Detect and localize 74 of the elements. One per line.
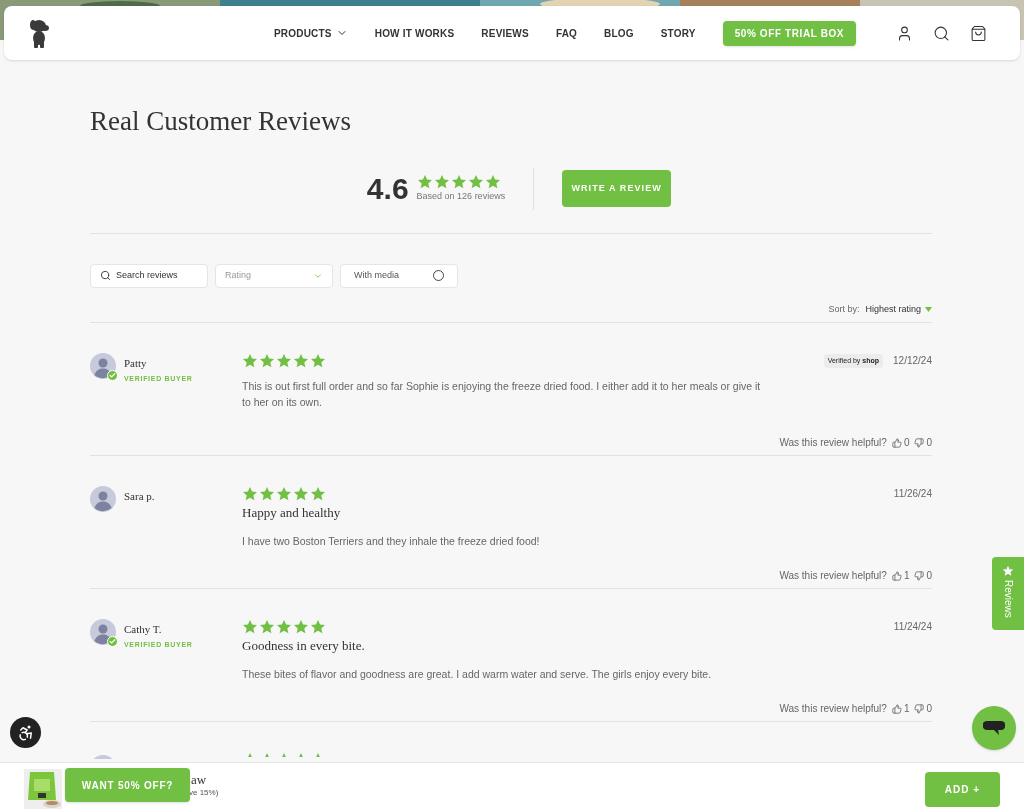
nav-link[interactable]: BLOG	[604, 25, 634, 41]
review-text: These bites of flavor and goodness are great. I add warm water and serve. The girls enjoy every bite.	[242, 666, 713, 682]
star-icon	[242, 486, 258, 503]
chat-button[interactable]	[972, 706, 1016, 750]
thumbs-up-button[interactable]: 0	[891, 435, 910, 451]
star-icon	[310, 353, 326, 370]
thumbs-down-button[interactable]: 0	[914, 701, 932, 717]
dog-logo[interactable]	[28, 18, 50, 48]
page-title: Real Customer Reviews	[90, 105, 352, 138]
account-icon[interactable]	[896, 24, 913, 42]
helpful-question: Was this review helpful?	[779, 436, 887, 451]
review-title: Goodness in every bite.	[242, 637, 366, 656]
chat-bubble-icon	[983, 721, 1005, 735]
star-icon	[242, 619, 258, 636]
helpful-question: Was this review helpful?	[779, 569, 887, 584]
caret-icon	[925, 307, 932, 312]
nav-link[interactable]: FAQ	[555, 25, 578, 41]
star-icon	[276, 619, 292, 636]
search-icon[interactable]	[933, 24, 950, 42]
sort-dropdown[interactable]: Highest rating	[865, 302, 932, 317]
thumbs-down-button[interactable]: 0	[914, 568, 932, 584]
sort-label: Sort by:	[828, 302, 860, 316]
avatar-icon	[90, 619, 116, 646]
star-icon	[433, 174, 450, 190]
thumbs-up-button[interactable]: 1	[891, 568, 910, 584]
with-media-toggle[interactable]: With media	[340, 263, 458, 288]
review-date: 12/12/24	[893, 354, 932, 369]
star-icon	[276, 486, 292, 503]
radio-button[interactable]	[433, 270, 444, 282]
rating-placeholder: Rating	[225, 269, 251, 282]
reviewer-name: Cathy T.	[124, 622, 163, 638]
rating-dropdown[interactable]: Rating	[215, 263, 333, 288]
search-field[interactable]: Search reviews	[90, 263, 208, 288]
star-icon	[242, 353, 258, 370]
review-text: This is out first full order and so far Sophie is enjoying the freeze dried food. I either add it to her meals or give it to her on its own.	[242, 379, 762, 411]
star-icon	[450, 174, 467, 190]
star-icon	[259, 353, 275, 370]
star-icon	[484, 174, 501, 190]
avatar-icon	[90, 353, 116, 380]
review-date: 11/26/24	[893, 487, 932, 502]
helpful-question: Was this review helpful?	[779, 702, 887, 717]
average-rating: 4.6	[366, 171, 409, 208]
thumbs-down-button[interactable]: 0	[914, 435, 932, 451]
star-icon	[467, 174, 484, 190]
review-title: Happy and healthy	[242, 504, 342, 523]
star-icon	[293, 486, 309, 503]
review-count: Based on 126 reviews	[416, 190, 506, 203]
review-date: 11/24/24	[893, 620, 932, 635]
star-icon	[416, 174, 433, 190]
bag-icon[interactable]	[970, 24, 987, 42]
nav-link[interactable]: PRODUCTS	[274, 25, 348, 41]
star-icon	[259, 486, 275, 503]
star-icon	[293, 619, 309, 636]
thumbs-up-button[interactable]: 1	[891, 701, 910, 717]
star-icon	[293, 353, 309, 370]
reviewer-name: Sara p.	[124, 489, 155, 505]
review-text: I have two Boston Terriers and they inhale the freeze dried food!	[242, 533, 541, 549]
nav-link[interactable]: STORY	[660, 25, 696, 41]
with-media-label: With media	[354, 269, 399, 282]
nav-link[interactable]: HOW IT WORKS	[374, 25, 455, 41]
nav-link[interactable]: REVIEWS	[481, 25, 529, 41]
accessibility-icon	[16, 723, 35, 742]
star-icon	[1002, 565, 1014, 577]
search-input[interactable]: Search reviews	[116, 269, 198, 283]
star-icon	[276, 353, 292, 370]
avatar-icon	[90, 486, 116, 513]
reviewer-name: Patty	[124, 356, 148, 372]
accessibility-button[interactable]	[10, 717, 41, 748]
star-icon	[310, 619, 326, 636]
search-icon	[100, 270, 111, 282]
side-tab-label: Reviews	[1001, 580, 1015, 618]
star-icon	[259, 619, 275, 636]
star-icon	[310, 486, 326, 503]
product-title: aw	[191, 771, 207, 789]
